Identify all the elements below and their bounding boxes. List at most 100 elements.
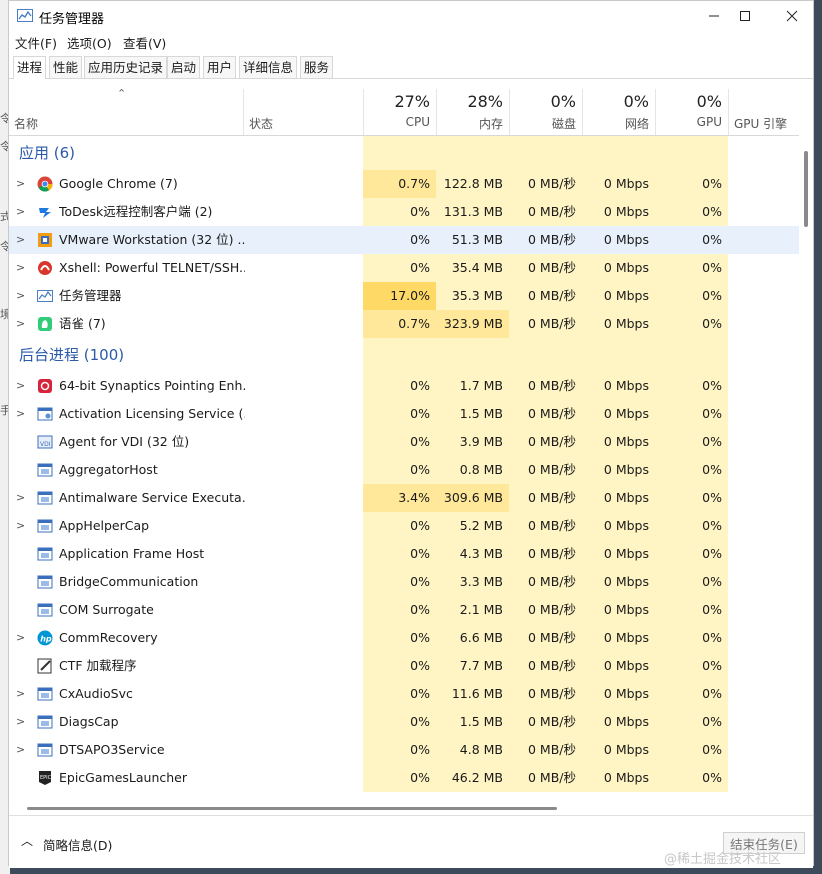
chevron-right-icon[interactable]: > — [16, 484, 25, 512]
tab-app-history[interactable]: 应用历史记录 — [84, 56, 168, 78]
column-name[interactable]: ⌃ 名称 — [9, 87, 243, 135]
memory-value: 6.6 MB — [436, 624, 509, 652]
menu-view[interactable]: 查看(V) — [123, 33, 166, 52]
chevron-right-icon[interactable]: > — [16, 736, 25, 764]
chevron-right-icon[interactable]: > — [16, 198, 25, 226]
chevron-right-icon[interactable]: > — [16, 680, 25, 708]
process-name: 任务管理器 — [59, 288, 122, 303]
column-disk[interactable]: 0% 磁盘 — [509, 89, 582, 135]
vertical-scrollbar[interactable] — [804, 151, 808, 227]
gpu-value: 0% — [655, 624, 728, 652]
process-row[interactable]: > ToDesk远程控制客户端 (2) 0% 131.3 MB 0 MB/秒 0 Mbps… — [9, 198, 799, 226]
cpu-value: 0% — [363, 456, 436, 484]
network-value: 0 Mbps — [582, 372, 655, 400]
disk-value: 0 MB/秒 — [509, 764, 582, 792]
process-row[interactable]: BridgeCommunication 0% 3.3 MB 0 MB/秒 0 Mbps 0… — [9, 568, 799, 596]
chevron-right-icon[interactable]: > — [16, 624, 25, 652]
process-row[interactable]: > 任务管理器 17.0% 35.3 MB 0 MB/秒 0 Mbps 0% — [9, 282, 799, 310]
column-network-label: 网络 — [624, 117, 649, 131]
column-memory[interactable]: 28% 内存 — [436, 89, 509, 135]
network-value: 0 Mbps — [582, 456, 655, 484]
group-title: 应用 (6) — [19, 144, 76, 162]
memory-value: 1.5 MB — [436, 400, 509, 428]
column-cpu[interactable]: 27% CPU — [363, 89, 436, 135]
memory-value: 4.8 MB — [436, 736, 509, 764]
tab-services[interactable]: 服务 — [300, 56, 334, 78]
chevron-right-icon[interactable]: > — [16, 170, 25, 198]
column-gpu-engine-label: GPU 引擎 — [734, 117, 788, 131]
process-row[interactable]: EPIC EpicGamesLauncher 0% 46.2 MB 0 MB/秒 0 Mb… — [9, 764, 799, 792]
chevron-right-icon[interactable]: > — [16, 282, 25, 310]
tab-startup[interactable]: 启动 — [167, 56, 201, 78]
group-background[interactable]: 后台进程 (100) — [9, 338, 799, 372]
process-row[interactable]: > Google Chrome (7) 0.7% 122.8 MB 0 MB/秒 0 Mb… — [9, 170, 799, 198]
horizontal-scrollbar[interactable] — [27, 807, 557, 810]
network-value: 0 Mbps — [582, 764, 655, 792]
gpu-value: 0% — [655, 568, 728, 596]
group-apps[interactable]: 应用 (6) — [9, 136, 799, 170]
process-row[interactable]: AggregatorHost 0% 0.8 MB 0 MB/秒 0 Mbps 0% — [9, 456, 799, 484]
chevron-up-icon[interactable]: ︿ — [21, 832, 33, 849]
maximize-button[interactable] — [722, 1, 768, 31]
chevron-right-icon[interactable]: > — [16, 226, 25, 254]
column-gpu[interactable]: 0% GPU — [655, 89, 728, 135]
cpu-value: 0% — [363, 596, 436, 624]
process-row[interactable]: > DiagsCap 0% 1.5 MB 0 MB/秒 0 Mbps 0% — [9, 708, 799, 736]
disk-value: 0 MB/秒 — [509, 170, 582, 198]
chevron-right-icon[interactable]: > — [16, 512, 25, 540]
chevron-right-icon[interactable]: > — [16, 708, 25, 736]
gpu-value: 0% — [655, 254, 728, 282]
process-row[interactable]: > 语雀 (7) 0.7% 323.9 MB 0 MB/秒 0 Mbps 0% — [9, 310, 799, 338]
group-fill — [509, 136, 582, 170]
gpu-value: 0% — [655, 736, 728, 764]
close-button[interactable] — [769, 1, 815, 31]
tab-performance[interactable]: 性能 — [49, 56, 83, 78]
process-row[interactable]: > DTSAPO3Service 0% 4.8 MB 0 MB/秒 0 Mbps 0% — [9, 736, 799, 764]
process-row[interactable]: > AppHelperCap 0% 5.2 MB 0 MB/秒 0 Mbps 0% — [9, 512, 799, 540]
gpu-value: 0% — [702, 232, 722, 247]
process-row[interactable]: > Activation Licensing Service (... 0% 1.5 … — [9, 400, 799, 428]
synaptics-icon — [37, 378, 53, 394]
memory-value: 3.9 MB — [436, 428, 509, 456]
disk-value: 0 MB/秒 — [509, 652, 582, 680]
svg-text:VDI: VDI — [40, 441, 51, 448]
tab-processes[interactable]: 进程 — [13, 56, 47, 79]
process-row[interactable]: > hp CommRecovery 0% 6.6 MB 0 MB/秒 0 Mbps 0% — [9, 624, 799, 652]
process-row[interactable]: COM Surrogate 0% 2.1 MB 0 MB/秒 0 Mbps 0% — [9, 596, 799, 624]
chevron-right-icon[interactable]: > — [16, 372, 25, 400]
process-row[interactable]: VDI Agent for VDI (32 位) 0% 3.9 MB 0 MB/秒 0 M… — [9, 428, 799, 456]
process-icon — [37, 686, 53, 702]
chevron-right-icon[interactable]: > — [16, 310, 25, 338]
window-title: 任务管理器 — [39, 12, 105, 27]
disk-value: 0 MB/秒 — [509, 310, 582, 338]
chevron-right-icon[interactable]: > — [16, 254, 25, 282]
tab-users[interactable]: 用户 — [203, 56, 237, 78]
column-status[interactable]: 状态 — [243, 89, 363, 135]
process-name: Google Chrome (7) — [59, 176, 178, 191]
menu-options[interactable]: 选项(O) — [67, 33, 112, 52]
column-disk-label: 磁盘 — [551, 117, 576, 131]
disk-value: 0 MB/秒 — [509, 596, 582, 624]
network-value: 0 Mbps — [582, 310, 655, 338]
chevron-right-icon[interactable]: > — [16, 400, 25, 428]
process-row[interactable]: >64-bit Synaptics Pointing Enh... 0% 1.7 M… — [9, 372, 799, 400]
column-gpu-engine[interactable]: GPU 引擎 — [728, 89, 799, 135]
tab-details[interactable]: 详细信息 — [239, 56, 298, 78]
process-row[interactable]: CTF 加载程序 0% 7.7 MB 0 MB/秒 0 Mbps 0% — [9, 652, 799, 680]
cpu-value: 0% — [363, 652, 436, 680]
process-icon — [37, 714, 53, 730]
process-name: AggregatorHost — [59, 462, 158, 477]
column-network[interactable]: 0% 网络 — [582, 89, 655, 135]
process-row[interactable]: > VMware Workstation (32 位) ... 0% 51.3 MB 0… — [9, 226, 799, 254]
group-fill — [363, 338, 436, 372]
title-bar[interactable]: 任务管理器 — [9, 1, 813, 31]
menu-file[interactable]: 文件(F) — [15, 33, 57, 52]
less-details-link[interactable]: 简略信息(D) — [43, 835, 112, 854]
memory-value: 122.8 MB — [436, 170, 509, 198]
process-row[interactable]: > Xshell: Powerful TELNET/SSH... 0% 35.4 MB… — [9, 254, 799, 282]
process-row[interactable]: > Antimalware Service Executa... 3.4% 309.6… — [9, 484, 799, 512]
cpu-value: 0% — [363, 400, 436, 428]
process-row[interactable]: Application Frame Host 0% 4.3 MB 0 MB/秒 0 Mb… — [9, 540, 799, 568]
column-gpu-label: GPU — [696, 115, 722, 129]
process-row[interactable]: > CxAudioSvc 0% 11.6 MB 0 MB/秒 0 Mbps 0% — [9, 680, 799, 708]
